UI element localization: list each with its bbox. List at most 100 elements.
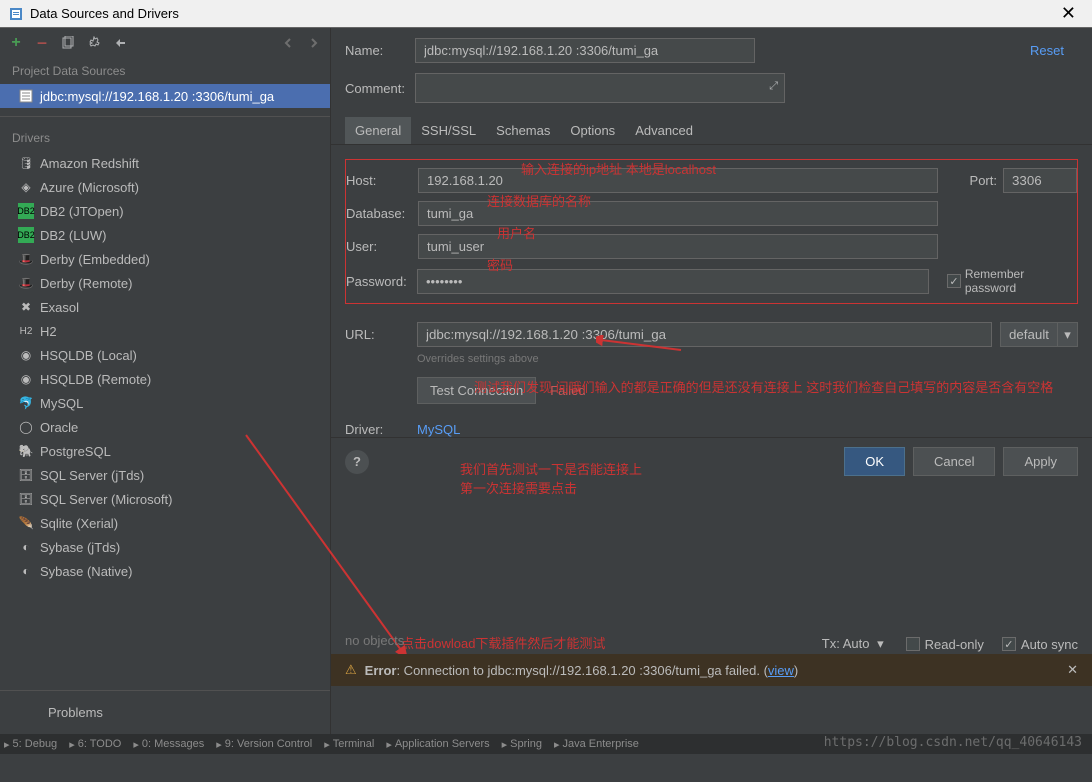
tab-advanced[interactable]: Advanced [625,117,703,144]
db-icon: H2 [18,323,34,339]
driver-item[interactable]: ◈Azure (Microsoft) [0,175,330,199]
driver-item[interactable]: 🗄SQL Server (Microsoft) [0,487,330,511]
url-mode-button[interactable]: default [1000,322,1058,347]
host-row: Host: Port: [346,164,1077,197]
reset-link[interactable]: Reset [1030,43,1078,58]
close-icon[interactable]: ✕ [1053,3,1084,24]
chevron-down-icon[interactable]: ▾ [1058,322,1078,347]
port-label: Port: [970,173,997,188]
divider [0,116,330,117]
db-icon: ◯ [18,419,34,435]
user-label: User: [346,239,410,254]
readonly-checkbox[interactable]: Read-only [906,637,984,652]
checkbox-checked-icon: ✓ [947,274,961,288]
comment-label: Comment: [345,81,407,96]
tab-general[interactable]: General [345,117,411,144]
database-row: Database: [346,197,1077,230]
database-input[interactable] [418,201,938,226]
host-input[interactable] [418,168,938,193]
driver-item[interactable]: DB2DB2 (JTOpen) [0,199,330,223]
app-icon [8,6,24,22]
driver-item[interactable]: ◉HSQLDB (Local) [0,343,330,367]
data-source-item[interactable]: jdbc:mysql://192.168.1.20 :3306/tumi_ga [0,84,330,108]
password-input[interactable] [417,269,929,294]
db-icon: DB2 [18,203,34,219]
annotation-download: 点击dowload下载插件然后才能测试 [401,633,605,652]
driver-item[interactable]: DB2DB2 (LUW) [0,223,330,247]
host-label: Host: [346,173,410,188]
driver-item[interactable]: ◯Oracle [0,415,330,439]
error-bar: ⚠ Error: Connection to jdbc:mysql://192.… [331,654,1092,686]
url-row: URL: default ▾ [345,318,1078,351]
remove-icon[interactable]: − [34,35,50,51]
db-icon: ◉ [18,347,34,363]
cancel-button[interactable]: Cancel [913,447,995,476]
driver-item[interactable]: 🛢Amazon Redshift [0,151,330,175]
statusbar-item[interactable]: ▸ Java Enterprise [554,738,639,751]
driver-item[interactable]: 🐘PostgreSQL [0,439,330,463]
tabs: General SSH/SSL Schemas Options Advanced [331,117,1092,145]
problems-item[interactable]: Problems [0,690,330,734]
driver-item[interactable]: 🐬MySQL [0,391,330,415]
tab-schemas[interactable]: Schemas [486,117,560,144]
test-row: Test Connection Failed [345,365,1078,404]
statusbar-item[interactable]: ▸ Application Servers [386,738,489,751]
tab-options[interactable]: Options [560,117,625,144]
add-icon[interactable]: + [8,35,24,51]
copy-icon[interactable] [60,35,76,51]
tab-ssh-ssl[interactable]: SSH/SSL [411,117,486,144]
driver-item[interactable]: H2H2 [0,319,330,343]
database-label: Database: [346,206,410,221]
main-container: + − Project Data Sources jdbc:mysql://19… [0,28,1092,734]
port-input[interactable] [1003,168,1077,193]
window-title: Data Sources and Drivers [30,6,1053,21]
driver-item[interactable]: ◐Sybase (Native) [0,559,330,583]
statusbar-item[interactable]: ▸ 9: Version Control [216,738,312,751]
driver-item[interactable]: ◐Sybase (jTds) [0,535,330,559]
ok-button[interactable]: OK [844,447,905,476]
name-row: Name: Reset [331,28,1092,67]
close-icon[interactable]: ✕ [1067,662,1078,678]
view-link[interactable]: view [768,663,794,678]
driver-link[interactable]: MySQL [417,422,460,437]
remember-password[interactable]: ✓ Remember password [947,267,1077,295]
nav-back-icon[interactable] [280,35,296,51]
chevron-down-icon[interactable]: ▾ [873,636,888,651]
name-input[interactable] [415,38,755,63]
test-connection-button[interactable]: Test Connection [417,377,536,404]
user-input[interactable] [418,234,938,259]
help-icon[interactable]: ? [345,450,369,474]
statusbar-item[interactable]: ▸ Terminal [324,738,374,751]
checkbox-icon [906,637,920,651]
statusbar-item[interactable]: ▸ 0: Messages [133,738,204,751]
tx-label: Tx: Auto ▾ [822,636,888,652]
import-icon[interactable] [112,35,128,51]
db-icon: 🪶 [18,515,34,531]
driver-item[interactable]: 🗄SQL Server (jTds) [0,463,330,487]
connection-params-box: Host: Port: Database: User: Password [345,159,1078,304]
settings-icon[interactable] [86,35,102,51]
user-row: User: [346,230,1077,263]
comment-row: Comment: ⤢ [331,67,1092,111]
driver-item[interactable]: ✖Exasol [0,295,330,319]
nav-forward-icon[interactable] [306,35,322,51]
db-icon: ◐ [18,539,34,555]
url-input[interactable] [417,322,992,347]
db-icon: 🐬 [18,395,34,411]
statusbar-item[interactable]: ▸ 6: TODO [69,738,121,751]
no-objects-label: no objects [345,633,404,648]
driver-item[interactable]: 🪶Sqlite (Xerial) [0,511,330,535]
statusbar-item[interactable]: ▸ 5: Debug [4,738,57,751]
comment-input[interactable]: ⤢ [415,73,785,103]
expand-icon[interactable]: ⤢ [769,80,778,93]
driver-label: Driver: [345,422,409,437]
apply-button[interactable]: Apply [1003,447,1078,476]
footer-options: Tx: Auto ▾ Read-only ✓Auto sync [822,636,1078,652]
driver-item[interactable]: ◉HSQLDB (Remote) [0,367,330,391]
driver-item[interactable]: 🎩Derby (Embedded) [0,247,330,271]
url-mode-dropdown[interactable]: default ▾ [1000,322,1078,347]
content-area: Name: Reset Comment: ⤢ General SSH/SSL S… [331,28,1092,734]
autosync-checkbox[interactable]: ✓Auto sync [1002,637,1078,652]
statusbar-item[interactable]: ▸ Spring [502,738,542,751]
driver-item[interactable]: 🎩Derby (Remote) [0,271,330,295]
